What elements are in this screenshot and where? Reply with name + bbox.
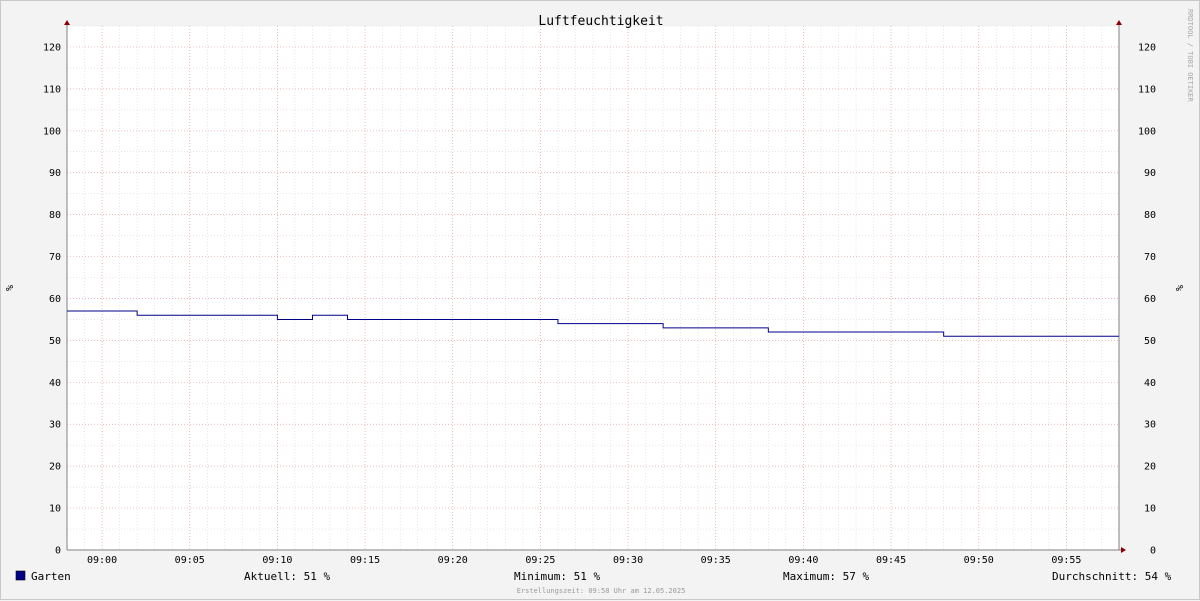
- y-tick-label: 40: [1144, 378, 1156, 389]
- y-tick-label: 100: [1138, 126, 1156, 137]
- x-tick-label: 09:30: [613, 555, 643, 566]
- x-tick-label: 09:45: [876, 555, 906, 566]
- y-tick-label: 60: [49, 294, 61, 305]
- x-tick-label: 09:55: [1051, 555, 1081, 566]
- x-tick-label: 09:35: [701, 555, 731, 566]
- y-tick-label: 30: [1144, 420, 1156, 431]
- y-tick-labels-right: 0 10 20 30 40 50 60 70 80 90 100 110 120: [1138, 42, 1156, 556]
- legend-series-name: Garten: [31, 570, 71, 583]
- y-tick-label: 50: [49, 336, 61, 347]
- x-tick-label: 09:00: [87, 555, 117, 566]
- y-tick-label: 50: [1144, 336, 1156, 347]
- y-tick-label: 110: [43, 84, 61, 95]
- y-tick-label: 90: [1144, 168, 1156, 179]
- legend-average: Durchschnitt: 54 %: [1052, 570, 1172, 583]
- chart-frame: 0 10 20 30 40 50 60 70 80 90 100 110 120 0 10 20 30 40 50…: [0, 0, 1200, 600]
- y-tick-label: 70: [1144, 252, 1156, 263]
- chart-title: Luftfeuchtigkeit: [538, 14, 663, 29]
- x-tick-label: 09:15: [350, 555, 380, 566]
- x-tick-label: 09:40: [788, 555, 818, 566]
- legend-swatch-garten: [15, 570, 26, 581]
- x-tick-label: 09:05: [175, 555, 205, 566]
- y-tick-label: 120: [43, 42, 61, 53]
- y-tick-label: 10: [49, 504, 61, 515]
- x-axis-arrow: [1121, 547, 1126, 553]
- creation-time-footer: Erstellungszeit: 09:58 Uhr am 12.05.2025: [517, 587, 686, 595]
- y-axis-label-right: %: [1175, 285, 1186, 291]
- y-tick-label: 80: [49, 210, 61, 221]
- y-axis-arrow-left: [64, 20, 70, 25]
- y-tick-label: 90: [49, 168, 61, 179]
- x-tick-label: 09:25: [525, 555, 555, 566]
- y-tick-label: 0: [1150, 546, 1156, 557]
- humidity-chart: 0 10 20 30 40 50 60 70 80 90 100 110 120 0 10 20 30 40 50…: [5, 9, 1194, 595]
- y-axis-label-left: %: [5, 285, 16, 291]
- y-tick-labels-left: 0 10 20 30 40 50 60 70 80 90 100 110 120: [43, 42, 61, 556]
- x-tick-label: 09:20: [438, 555, 468, 566]
- y-tick-label: 40: [49, 378, 61, 389]
- y-tick-label: 20: [1144, 462, 1156, 473]
- legend-minimum: Minimum: 51 %: [514, 570, 600, 583]
- y-tick-label: 80: [1144, 210, 1156, 221]
- x-tick-labels: 09:00 09:05 09:10 09:15 09:20 09:25 09:30 09:35…: [87, 555, 1081, 566]
- rrdtool-watermark: RRDTOOL / TOBI OETIKER: [1186, 9, 1194, 103]
- y-tick-label: 100: [43, 126, 61, 137]
- y-tick-label: 10: [1144, 504, 1156, 515]
- y-axis-arrow-right: [1116, 20, 1122, 25]
- x-tick-label: 09:10: [262, 555, 292, 566]
- x-tick-label: 09:50: [964, 555, 994, 566]
- y-tick-label: 0: [55, 546, 61, 557]
- legend-maximum: Maximum: 57 %: [783, 570, 869, 583]
- y-tick-label: 30: [49, 420, 61, 431]
- y-tick-label: 120: [1138, 42, 1156, 53]
- y-tick-label: 70: [49, 252, 61, 263]
- y-tick-label: 110: [1138, 84, 1156, 95]
- y-tick-label: 60: [1144, 294, 1156, 305]
- legend-current: Aktuell: 51 %: [244, 570, 330, 583]
- y-tick-label: 20: [49, 462, 61, 473]
